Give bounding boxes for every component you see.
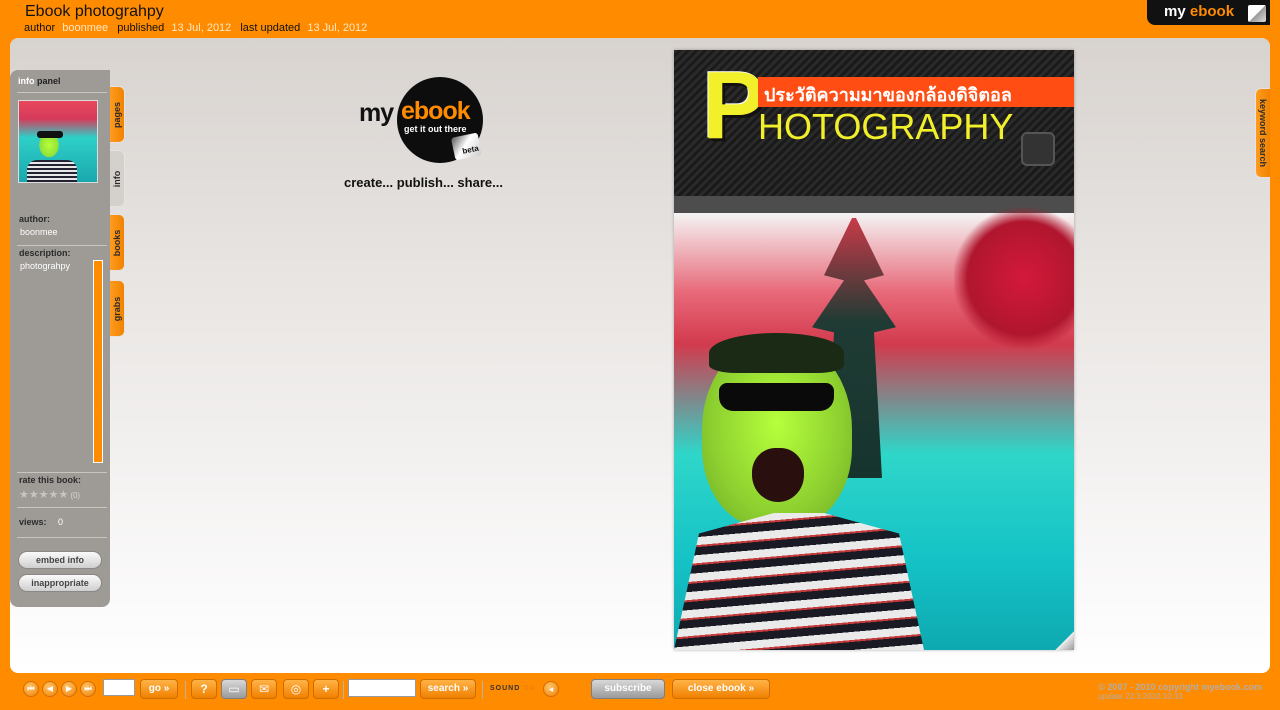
last-page-icon[interactable]: ⏭ xyxy=(80,681,96,697)
help-icon[interactable]: ? xyxy=(191,679,217,699)
toolbar-separator xyxy=(343,681,344,699)
tab-keyword-search[interactable]: keyword search xyxy=(1255,88,1270,178)
photo-mouth xyxy=(752,448,804,502)
logo-ebook-text: ebook xyxy=(401,97,471,125)
copyright-text: © 2007 - 2010 copyright myebook.com upda… xyxy=(1098,682,1262,701)
comment-icon[interactable]: ▭ xyxy=(221,679,247,699)
email-icon[interactable]: ✉ xyxy=(251,679,277,699)
copyright-line: © 2007 - 2010 copyright myebook.com xyxy=(1098,682,1262,692)
logo-slogan: create... publish... share... xyxy=(344,175,503,190)
toolbar-separator xyxy=(482,681,483,699)
tab-grabs[interactable]: grabs xyxy=(110,280,125,337)
go-button[interactable]: go » xyxy=(140,679,178,699)
updated-value: 13 Jul, 2012 xyxy=(307,22,368,34)
tab-grabs-label: grabs xyxy=(112,296,122,321)
bottom-toolbar: ⏮ ◀ ▶ ⏭ go » ? ▭ ✉ ◎ + search » SOUND ON… xyxy=(0,673,1280,710)
grab-camera-icon[interactable]: ◎ xyxy=(283,679,309,699)
divider xyxy=(17,472,107,473)
myebook-logo[interactable]: my ebook get it out there beta create...… xyxy=(343,75,533,195)
search-button[interactable]: search » xyxy=(420,679,476,699)
photo-hair xyxy=(709,333,844,373)
brand-my: my xyxy=(1164,3,1186,20)
speaker-icon[interactable]: ◂ xyxy=(543,681,559,697)
page-number-input[interactable] xyxy=(103,679,135,696)
description-label: description: xyxy=(19,248,71,258)
tab-info[interactable]: info xyxy=(110,150,125,207)
subscribe-button[interactable]: subscribe xyxy=(591,679,665,699)
sound-text: SOUND xyxy=(490,685,521,692)
cover-photo xyxy=(674,203,1074,650)
views-label: views: xyxy=(19,517,47,527)
tab-pages-label: pages xyxy=(112,101,122,128)
embed-info-button[interactable]: embed info xyxy=(18,551,102,569)
panel-heading-panel: panel xyxy=(37,76,61,86)
cover-title-word: HOTOGRAPHY xyxy=(758,106,1014,147)
avatar-shirt xyxy=(27,160,77,182)
star-icons[interactable]: ★★★★★ xyxy=(19,489,68,501)
divider xyxy=(17,537,107,538)
rate-label: rate this book: xyxy=(19,475,82,485)
views-value: 0 xyxy=(58,517,64,527)
rating-stars[interactable]: ★★★★★ (0) xyxy=(19,488,80,501)
logo-my-text: my xyxy=(359,99,394,127)
avatar-glasses xyxy=(37,131,63,138)
photo-sunglasses xyxy=(719,383,834,411)
tab-books[interactable]: books xyxy=(110,214,125,271)
panel-heading-info: info xyxy=(18,76,35,86)
updated-label: last updated xyxy=(240,22,301,34)
first-page-icon[interactable]: ⏮ xyxy=(23,681,39,697)
brand-ebook: ebook xyxy=(1189,3,1235,20)
prev-page-icon[interactable]: ◀ xyxy=(42,681,58,697)
page-curl-corner[interactable] xyxy=(1055,631,1074,650)
update-line: update 22:3:2010:10:33 xyxy=(1098,692,1183,701)
close-ebook-button[interactable]: close ebook » xyxy=(672,679,770,699)
author-label: author: xyxy=(19,214,50,224)
panel-heading: info panel xyxy=(18,76,61,86)
author-value[interactable]: boonmee xyxy=(20,227,58,237)
book-cover-page[interactable]: P ประวัติความมาของกล้องดิจิตอล HOTOGRAPH… xyxy=(674,50,1074,650)
myebook-brand-badge[interactable]: my ebook xyxy=(1147,0,1270,25)
tab-keyword-search-label: keyword search xyxy=(1258,98,1268,168)
sound-state: ON xyxy=(523,685,536,692)
tab-books-label: books xyxy=(112,229,122,256)
ebook-meta: author boonmee published 13 Jul, 2012 la… xyxy=(24,22,373,34)
camera-icon xyxy=(1021,132,1055,166)
ebook-title: Ebook photograhpy xyxy=(25,3,164,20)
add-icon[interactable]: + xyxy=(313,679,339,699)
tab-pages[interactable]: pages xyxy=(110,86,125,143)
divider xyxy=(17,507,107,508)
logo-tagline: get it out there xyxy=(404,124,467,134)
photo-tree xyxy=(954,203,1074,353)
author-link[interactable]: boonmee xyxy=(62,22,108,34)
sound-toggle-label[interactable]: SOUND ON xyxy=(490,685,536,692)
description-scrollbar[interactable] xyxy=(93,260,103,463)
divider xyxy=(17,92,107,93)
published-value: 13 Jul, 2012 xyxy=(171,22,232,34)
description-value: photograhpy xyxy=(20,261,71,271)
cover-thai-title: ประวัติความมาของกล้องดิจิตอล xyxy=(758,77,1074,107)
reader-area xyxy=(10,38,1270,673)
search-input[interactable] xyxy=(348,679,416,697)
published-label: published xyxy=(117,22,165,34)
page-curl-icon xyxy=(1248,5,1266,22)
next-page-icon[interactable]: ▶ xyxy=(61,681,77,697)
divider xyxy=(17,245,107,246)
toolbar-separator xyxy=(185,681,186,699)
rating-count: (0) xyxy=(70,491,81,500)
cover-big-letter: P xyxy=(702,52,767,159)
tab-info-label: info xyxy=(112,170,122,187)
logo-beta-badge: beta xyxy=(450,132,483,161)
author-avatar[interactable] xyxy=(18,100,98,183)
info-panel: info panel author: boonmee description: … xyxy=(10,70,110,607)
inappropriate-button[interactable]: inappropriate xyxy=(18,574,102,592)
author-label: author xyxy=(24,22,56,34)
photo-shirt xyxy=(674,513,924,650)
